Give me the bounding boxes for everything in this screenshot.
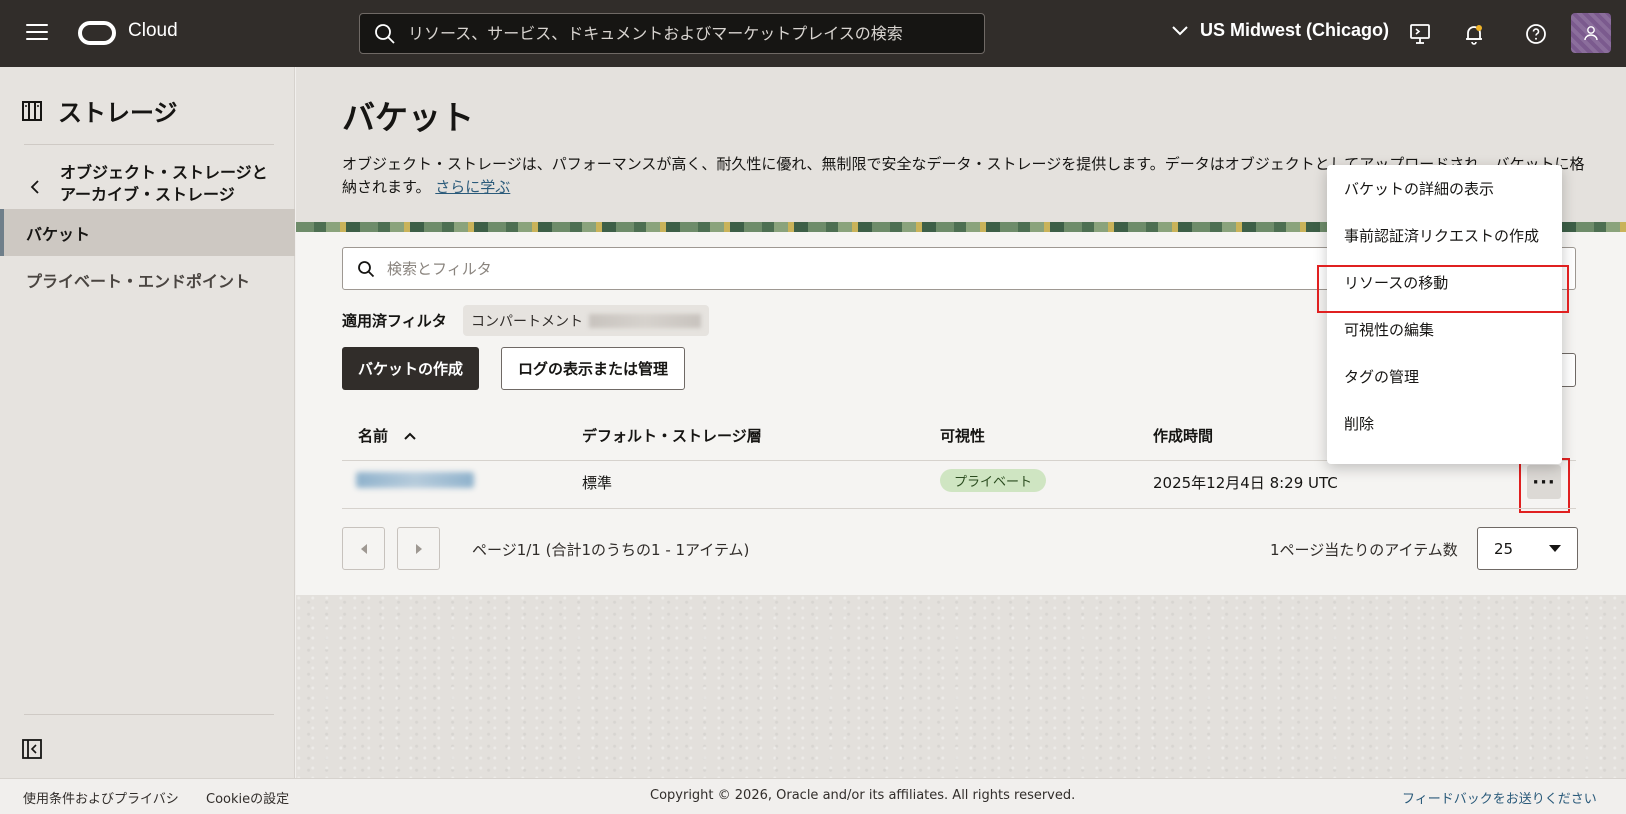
hamburger-menu-icon[interactable] <box>26 24 48 42</box>
bucket-name-link[interactable] <box>356 472 474 488</box>
search-icon <box>375 23 395 44</box>
highlight-box <box>1317 265 1569 313</box>
highlight-box <box>1519 458 1570 513</box>
cookie-settings-link[interactable]: Cookieの設定 <box>206 788 289 807</box>
items-per-page-label: 1ページ当たりのアイテム数 <box>1270 541 1458 559</box>
storage-icon <box>22 100 42 121</box>
bucket-tier: 標準 <box>582 474 613 492</box>
applied-filters-label: 適用済フィルタ <box>342 312 447 330</box>
page-title: バケット <box>342 98 474 137</box>
brand-name[interactable]: Cloud <box>128 20 178 42</box>
chevron-left-icon <box>30 180 39 194</box>
sidebar-title: ストレージ <box>22 93 178 128</box>
menu-item-edit-visibility[interactable]: 可視性の編集 <box>1327 306 1562 353</box>
menu-item-create-par[interactable]: 事前認証済リクエストの作成 <box>1327 212 1562 259</box>
global-search[interactable] <box>359 13 985 54</box>
copyright-text: Copyright © 2026, Oracle and/or its affi… <box>650 788 1076 803</box>
compartment-filter-chip[interactable]: コンパートメント <box>463 305 709 336</box>
user-icon <box>1584 26 1598 41</box>
bucket-created-time: 2025年12月4日 8:29 UTC <box>1153 474 1338 492</box>
terms-link[interactable]: 使用条件およびプライバシ <box>23 788 179 807</box>
user-avatar[interactable] <box>1571 13 1611 53</box>
view-logs-button[interactable]: ログの表示または管理 <box>501 347 686 390</box>
column-header-created: 作成時間 <box>1153 427 1214 445</box>
menu-item-view-details[interactable]: バケットの詳細の表示 <box>1327 165 1562 212</box>
help-icon[interactable] <box>1524 22 1548 46</box>
sidebar-back-link[interactable]: オブジェクト・ストレージとアーカイブ・ストレージ <box>30 162 270 206</box>
visibility-badge: プライベート <box>940 469 1047 492</box>
search-icon <box>358 260 375 277</box>
region-label: US Midwest (Chicago) <box>1200 20 1390 40</box>
items-per-page-select[interactable]: 25 <box>1477 527 1578 570</box>
top-bar: Cloud US Midwest (Chicago) <box>0 0 1626 67</box>
notification-bell-icon[interactable] <box>1462 22 1486 46</box>
feedback-link[interactable]: フィードバックをお送りください <box>1402 788 1597 807</box>
sidebar-item-buckets[interactable]: バケット <box>0 209 295 256</box>
pagination-info: ページ1/1 (合計1のうちの1 - 1アイテム) <box>472 541 750 559</box>
sidebar: ストレージ オブジェクト・ストレージとアーカイブ・ストレージ バケット プライベ… <box>0 67 295 778</box>
oracle-logo-icon[interactable] <box>78 21 116 45</box>
region-selector[interactable]: US Midwest (Chicago) <box>1172 20 1389 41</box>
caret-left-icon <box>360 543 367 554</box>
sort-ascending-icon <box>404 432 416 440</box>
sidebar-item-label: バケット <box>26 224 91 244</box>
column-header-name[interactable]: 名前 <box>358 425 416 446</box>
decorative-background <box>296 595 1626 778</box>
redacted-compartment-name <box>589 313 701 328</box>
column-header-label: 名前 <box>358 427 389 445</box>
footer: 使用条件およびプライバシ Cookieの設定 Copyright © 2026,… <box>0 778 1626 814</box>
column-header-tier: デフォルト・ストレージ層 <box>582 427 762 445</box>
next-page-button[interactable] <box>397 527 440 570</box>
items-per-page-value: 25 <box>1494 539 1514 558</box>
sidebar-divider <box>24 714 274 715</box>
sidebar-item-private-endpoints[interactable]: プライベート・エンドポイント <box>0 256 295 303</box>
create-bucket-button[interactable]: バケットの作成 <box>342 347 480 390</box>
previous-page-button[interactable] <box>342 527 385 570</box>
caret-down-icon <box>1549 545 1561 552</box>
collapse-sidebar-icon[interactable] <box>22 739 42 759</box>
menu-item-manage-tags[interactable]: タグの管理 <box>1327 353 1562 400</box>
chevron-down-icon <box>1172 25 1188 35</box>
sidebar-title-label: ストレージ <box>58 99 178 127</box>
caret-right-icon <box>415 543 422 554</box>
menu-item-delete[interactable]: 削除 <box>1327 400 1562 447</box>
column-header-visibility: 可視性 <box>940 427 986 445</box>
global-search-input[interactable] <box>408 24 968 43</box>
sidebar-back-label: オブジェクト・ストレージとアーカイブ・ストレージ <box>60 163 268 204</box>
table-divider <box>342 508 1576 509</box>
cloud-shell-icon[interactable] <box>1408 22 1432 46</box>
sidebar-divider <box>24 144 274 145</box>
learn-more-link[interactable]: さらに学ぶ <box>435 178 510 196</box>
sidebar-item-label: プライベート・エンドポイント <box>26 271 251 291</box>
chip-label: コンパートメント <box>471 313 583 330</box>
row-actions-menu: バケットの詳細の表示 事前認証済リクエストの作成 リソースの移動 可視性の編集 … <box>1327 165 1562 464</box>
